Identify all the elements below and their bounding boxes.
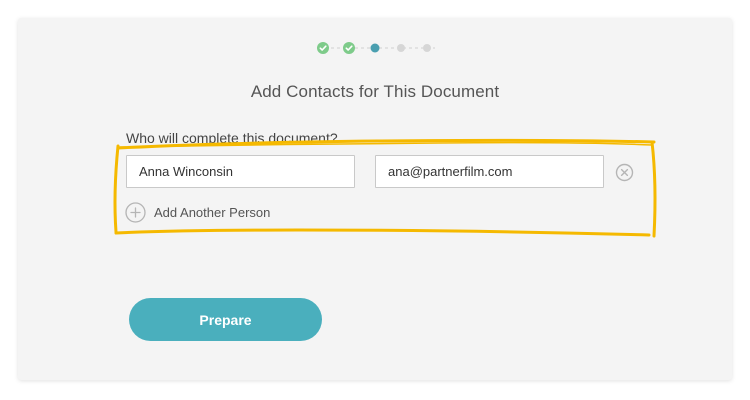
progress-stepper <box>317 42 435 54</box>
add-contacts-card: Add Contacts for This Document Who will … <box>18 18 732 380</box>
step-3-current-dot <box>370 43 380 53</box>
contact-email-input[interactable] <box>375 155 604 188</box>
page-title: Add Contacts for This Document <box>250 82 500 101</box>
highlight-annotation-outline <box>113 138 657 238</box>
step-5-pending-dot <box>423 44 431 52</box>
contact-name-input[interactable] <box>126 155 355 188</box>
prepare-button[interactable]: Prepare <box>129 298 322 341</box>
plus-circle-icon <box>125 201 146 223</box>
add-another-person-label: Add Another Person <box>154 204 271 220</box>
remove-contact-close-icon[interactable] <box>615 163 634 182</box>
add-another-person-button[interactable]: Add Another Person <box>125 201 270 223</box>
step-2-complete-icon <box>343 42 355 54</box>
step-4-pending-dot <box>397 44 405 52</box>
step-1-complete-icon <box>317 42 329 54</box>
completer-question-label: Who will complete this document? <box>126 130 338 146</box>
